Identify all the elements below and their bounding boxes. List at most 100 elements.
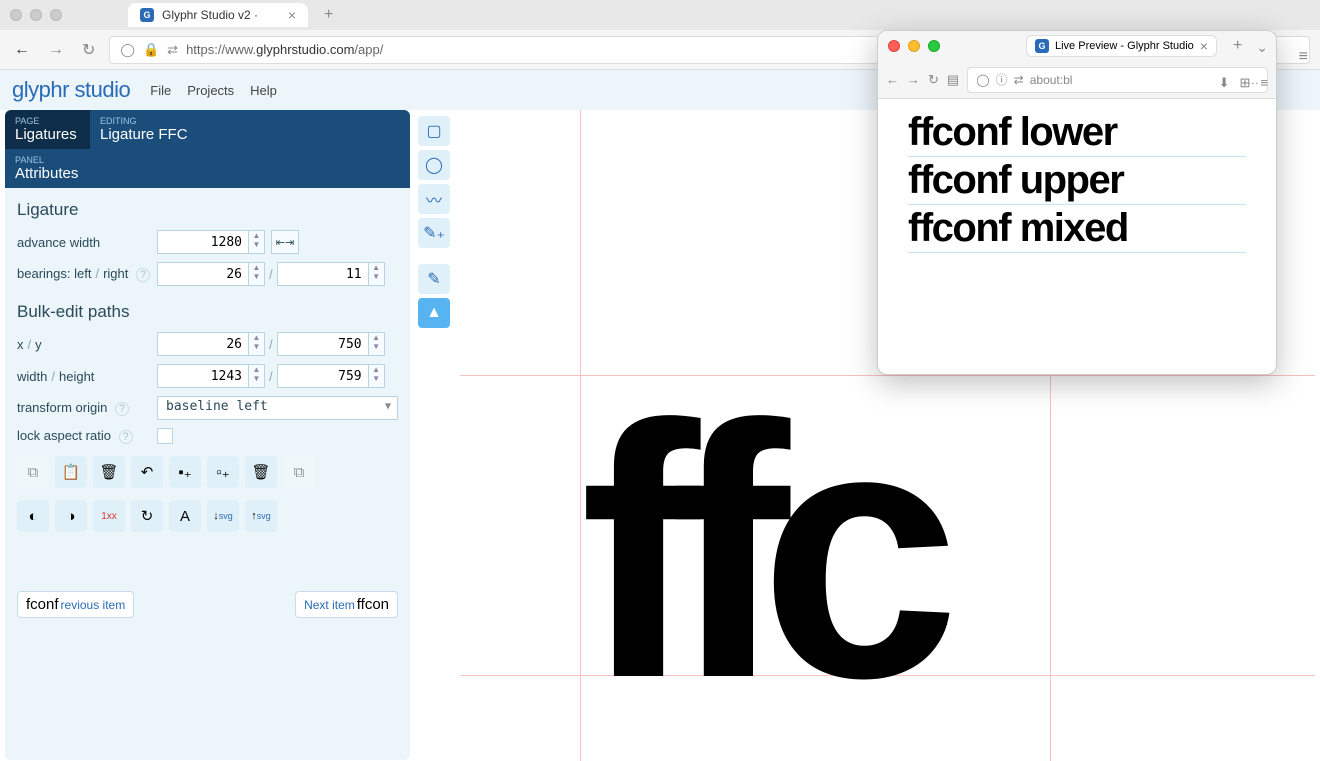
reload-icon[interactable]: ↻ [78, 36, 99, 64]
arrow-tool-icon[interactable]: ▲ [418, 298, 450, 328]
bring-front-icon[interactable]: ▫₊ [207, 456, 239, 488]
rect-tool-icon[interactable]: ▢ [418, 116, 450, 146]
lock-row: lock aspect ratio ? [17, 428, 398, 444]
zoom-window-icon[interactable] [928, 40, 940, 52]
menu-help[interactable]: Help [250, 83, 277, 98]
close-window-icon[interactable] [10, 9, 22, 21]
favicon-icon: G [1035, 39, 1049, 53]
download-icon[interactable]: ⬇ [1219, 75, 1230, 91]
pen-add-tool-icon[interactable]: ✎₊ [418, 218, 450, 248]
menu-projects[interactable]: Projects [187, 83, 234, 98]
y-input[interactable] [277, 332, 369, 356]
duplicate-icon[interactable]: ⧉ [283, 456, 315, 488]
hamburger-icon[interactable]: ≡ [1299, 48, 1308, 66]
autofit-width-icon[interactable]: ⇤⇥ [271, 230, 299, 254]
popup-body: ffconf lower ffconf upper ffconf mixed [878, 99, 1276, 263]
forward-icon[interactable]: → [44, 37, 68, 63]
minimize-window-icon[interactable] [908, 40, 920, 52]
transform-select[interactable]: baseline left ▼ [157, 396, 398, 420]
info-icon: ⓘ [996, 71, 1008, 88]
advance-width-label: advance width [17, 235, 157, 250]
spinner[interactable]: ▲▼ [249, 332, 265, 356]
clear-icon[interactable]: 🗑 [245, 456, 277, 488]
help-icon[interactable]: ? [136, 268, 150, 282]
delete-icon[interactable]: 🗑 [93, 456, 125, 488]
browser-tab[interactable]: G Glyphr Studio v2 · × [128, 3, 308, 27]
advance-width-input[interactable] [157, 230, 249, 254]
transform-label: transform origin ? [17, 400, 157, 416]
popup-toolbar: ← → ↻ ▤ ◯ ⓘ ⇄ about:bl … ⬇ ⊞ ≡ [878, 61, 1276, 99]
shield-icon: ◯ [976, 73, 989, 87]
next-item-button[interactable]: Next item ffcon [295, 591, 398, 618]
tool-row-2: ◐ ◑ 1xx ↻ A ↓svg ↑svg [17, 500, 398, 532]
popup-right-tools: ⬇ ⊞ ≡ [1219, 75, 1268, 91]
send-back-icon[interactable]: ▪₊ [169, 456, 201, 488]
app-logo: glyphr studio [12, 77, 130, 103]
reverse-icon[interactable]: ↻ [131, 500, 163, 532]
wh-label: width/height [17, 369, 157, 384]
panel-header-attrs: PANEL Attributes [5, 149, 410, 188]
popup-titlebar: G Live Preview - Glyphr Studio × + ⌄ [878, 31, 1276, 61]
close-tab-icon[interactable]: × [1200, 38, 1208, 54]
wh-row: width/height ▲▼ / ▲▼ [17, 364, 398, 388]
menu-file[interactable]: File [150, 83, 171, 98]
close-window-icon[interactable] [888, 40, 900, 52]
panel-header-page: PAGE Ligatures EDITING Ligature FFC [5, 110, 410, 149]
spinner[interactable]: ▲▼ [369, 332, 385, 356]
advance-width-row: advance width ▲▼ ⇤⇥ [17, 230, 398, 254]
new-tab-icon[interactable]: + [324, 6, 333, 24]
height-input[interactable] [277, 364, 369, 388]
panel-header[interactable]: PANEL Attributes [5, 149, 410, 188]
spinner[interactable]: ▲▼ [369, 262, 385, 286]
flip-v-icon[interactable]: ◑ [55, 500, 87, 532]
import-svg-icon[interactable]: ↓svg [207, 500, 239, 532]
reader-icon[interactable]: ▤ [947, 72, 959, 88]
help-icon[interactable]: ? [115, 402, 129, 416]
spinner[interactable]: ▲▼ [249, 364, 265, 388]
spinner[interactable]: ▲▼ [249, 230, 265, 254]
page-header[interactable]: PAGE Ligatures [5, 110, 90, 149]
undo-icon[interactable]: ↶ [131, 456, 163, 488]
xy-label: x/y [17, 337, 157, 352]
flip-h-icon[interactable]: ◐ [17, 500, 49, 532]
panel-body: Ligature advance width ▲▼ ⇤⇥ bearings: l… [5, 188, 410, 544]
back-icon[interactable]: ← [886, 72, 899, 87]
tool-strip: ▢ ◯ 〰 ✎₊ ✎ ▲ [418, 116, 454, 328]
zoom-window-icon[interactable] [50, 9, 62, 21]
export-svg-icon[interactable]: ↑svg [245, 500, 277, 532]
oval-tool-icon[interactable]: ◯ [418, 150, 450, 180]
lock-aspect-checkbox[interactable] [157, 428, 173, 444]
close-tab-icon[interactable]: × [288, 7, 296, 23]
xy-row: x/y ▲▼ / ▲▼ [17, 332, 398, 356]
back-icon[interactable]: ← [10, 37, 34, 63]
popup-tab[interactable]: G Live Preview - Glyphr Studio × [1026, 35, 1217, 57]
help-icon[interactable]: ? [119, 430, 133, 444]
bearing-left-input[interactable] [157, 262, 249, 286]
width-input[interactable] [157, 364, 249, 388]
tabs-dropdown-icon[interactable]: ⌄ [1256, 39, 1268, 56]
browser-right-icons: ≡ [1299, 48, 1308, 66]
shield-icon: ◯ [120, 42, 135, 58]
spinner[interactable]: ▲▼ [249, 262, 265, 286]
new-tab-icon[interactable]: + [1233, 37, 1242, 55]
permissions-icon: ⇄ [167, 42, 178, 58]
path-tool-icon[interactable]: 〰 [418, 184, 450, 214]
pen-tool-icon[interactable]: ✎ [418, 264, 450, 294]
forward-icon[interactable]: → [907, 72, 920, 87]
round-icon[interactable]: 1xx [93, 500, 125, 532]
spinner[interactable]: ▲▼ [369, 364, 385, 388]
extensions-icon[interactable]: ⊞ [1240, 75, 1251, 91]
preview-line: ffconf lower [908, 109, 1246, 157]
reload-icon[interactable]: ↻ [928, 72, 939, 88]
paste-icon[interactable]: 📋 [55, 456, 87, 488]
hamburger-icon[interactable]: ≡ [1260, 75, 1268, 91]
bearing-right-input[interactable] [277, 262, 369, 286]
tool-row-1: ⧉ 📋 🗑 ↶ ▪₊ ▫₊ 🗑 ⧉ [17, 456, 398, 488]
prev-item-button[interactable]: fconf revious item [17, 591, 134, 618]
minimize-window-icon[interactable] [30, 9, 42, 21]
x-input[interactable] [157, 332, 249, 356]
editing-header[interactable]: EDITING Ligature FFC [90, 110, 410, 149]
popup-traffic-lights [888, 40, 940, 52]
copy-icon[interactable]: ⧉ [17, 456, 49, 488]
glyph-icon[interactable]: A [169, 500, 201, 532]
